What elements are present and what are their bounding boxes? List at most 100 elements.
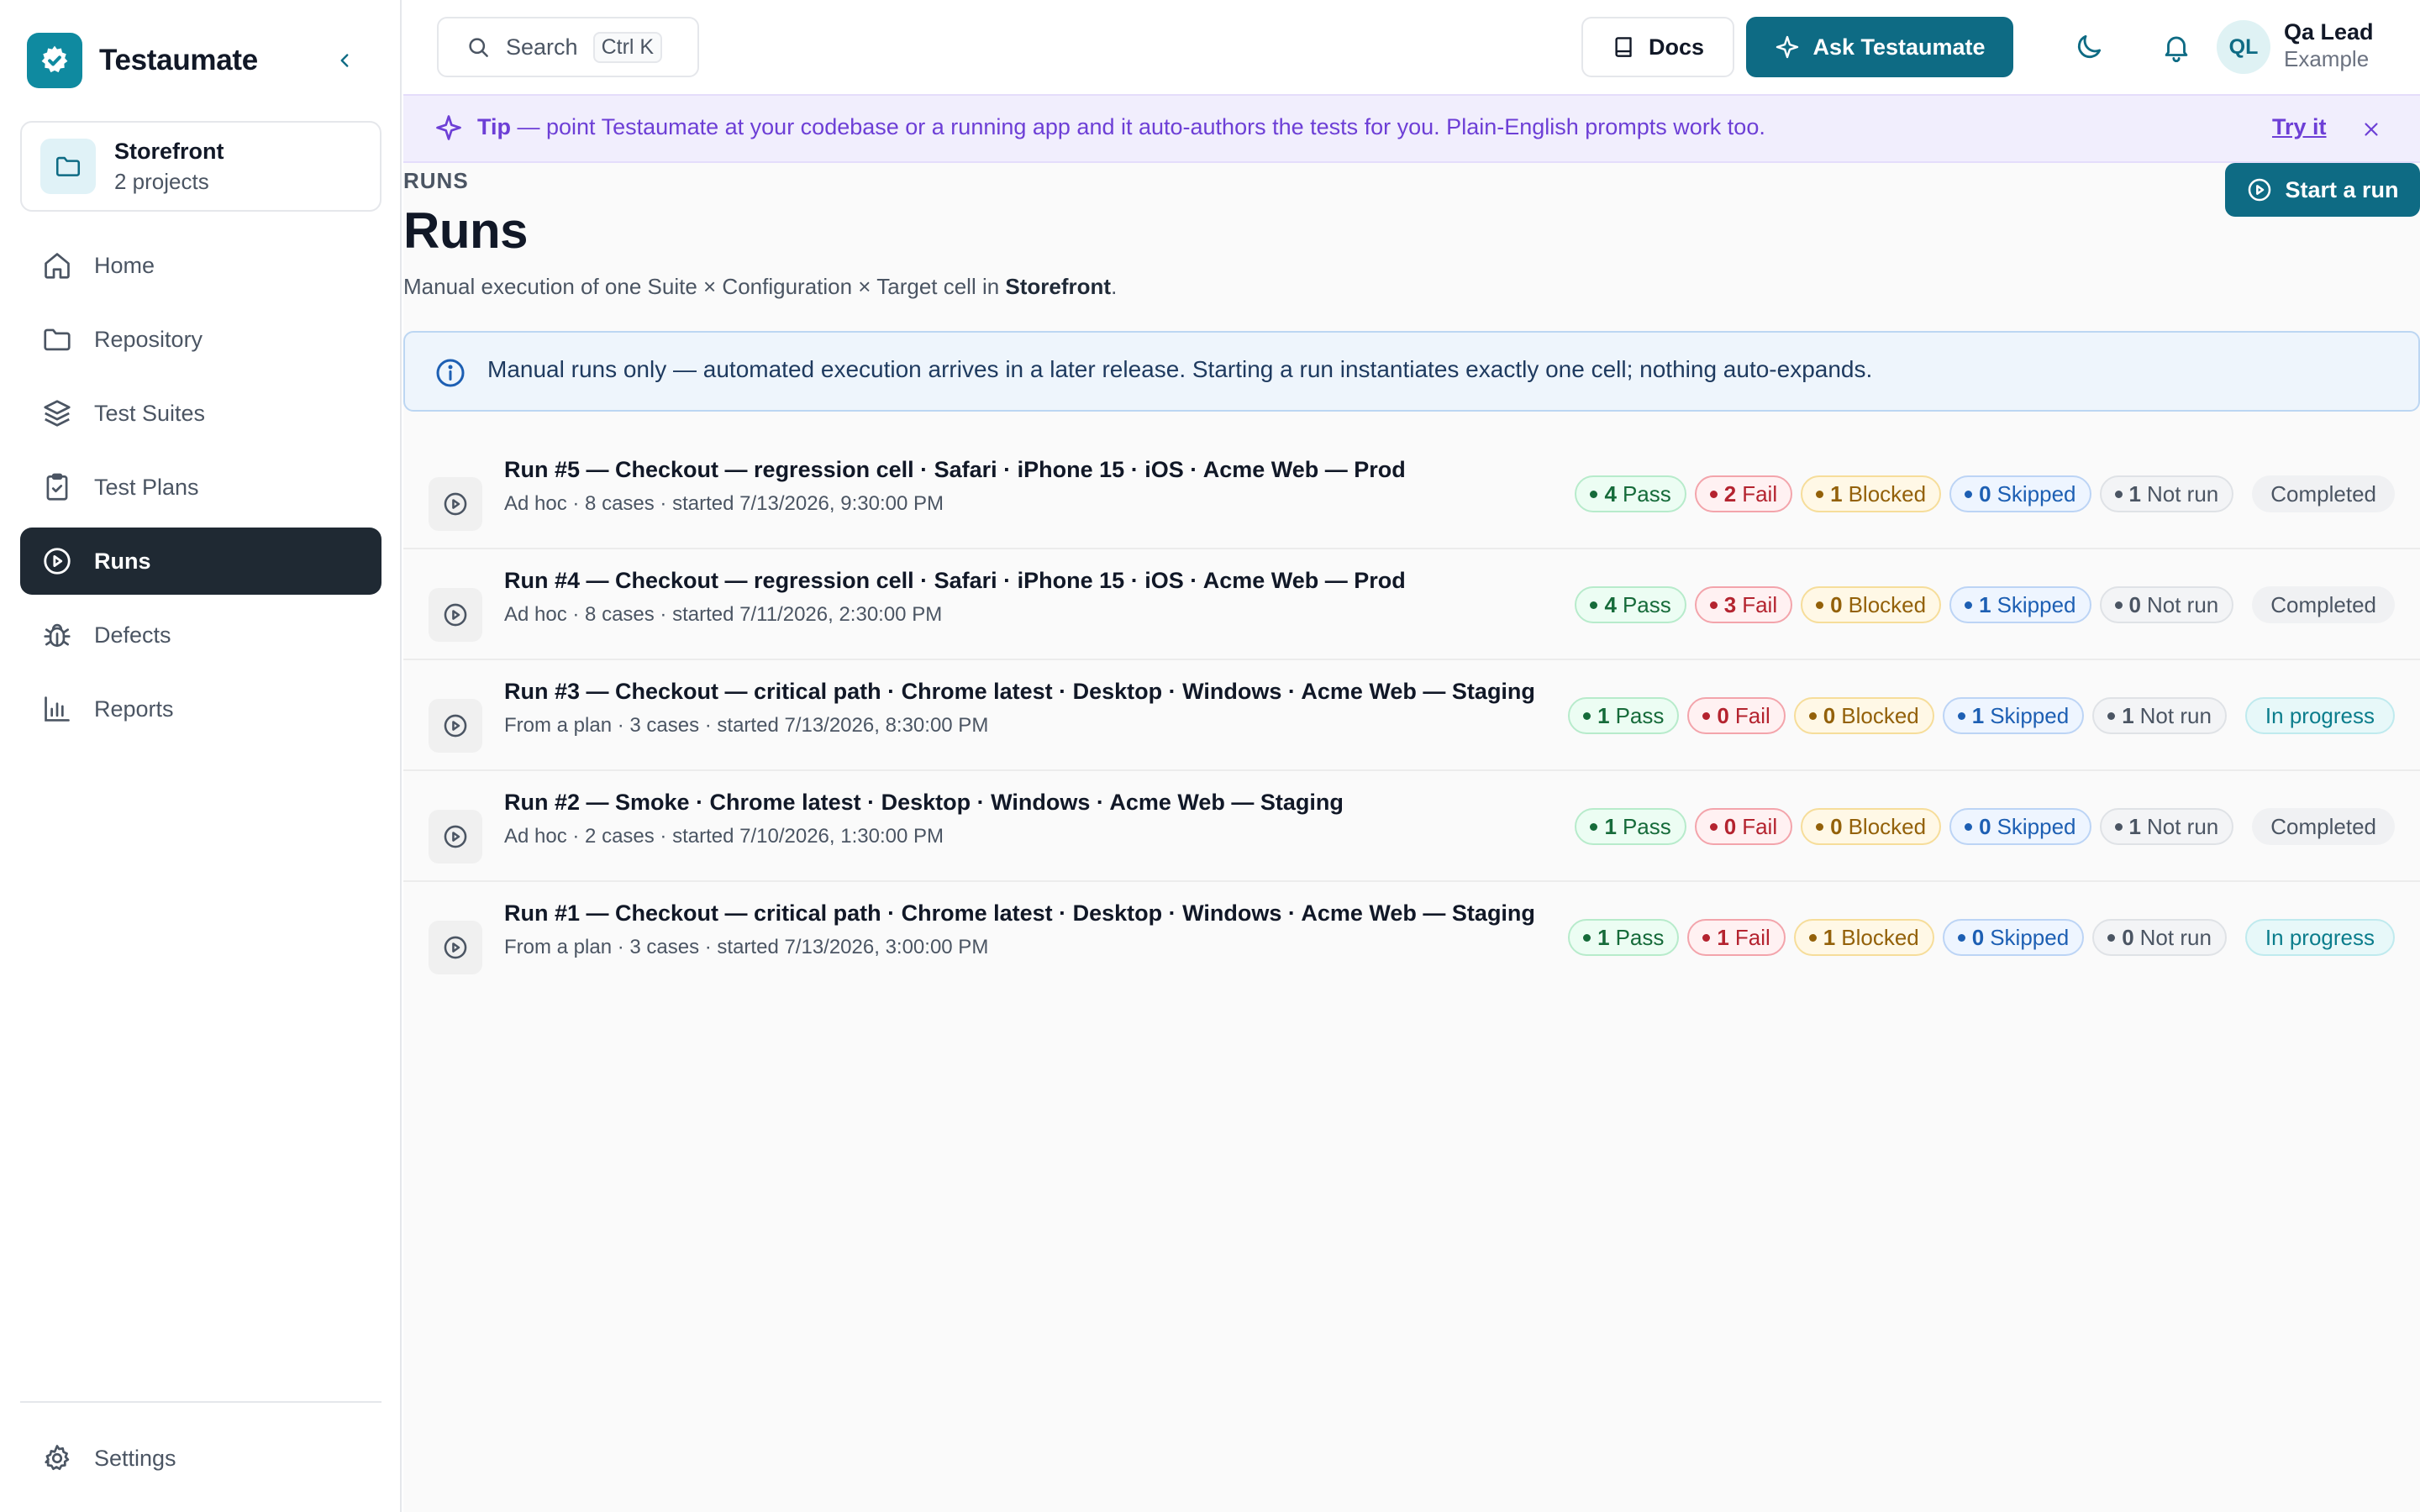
status-dot <box>1808 933 1817 942</box>
status-badge: Completed <box>2252 586 2395 623</box>
collapse-sidebar-button[interactable] <box>328 44 361 77</box>
start-run-button[interactable]: Start a run <box>2225 163 2420 217</box>
status-dot <box>1965 822 1973 831</box>
search-input[interactable]: Search Ctrl K <box>437 17 699 77</box>
badge-label: Skipped <box>1996 480 2076 507</box>
badge-count: 1 <box>1979 591 1991 617</box>
pass-badge: 1 Pass <box>1575 808 1686 845</box>
run-title[interactable]: Run #1 — Checkout — critical path · Chro… <box>504 900 1535 927</box>
run-title[interactable]: Run #5 — Checkout — regression cell · Sa… <box>504 457 1406 483</box>
sidebar-item-label: Repository <box>94 326 203 352</box>
run-row[interactable]: Run #5 — Checkout — regression cell · Sa… <box>403 438 2420 549</box>
folder-icon <box>39 321 76 358</box>
sidebar-item-defects[interactable]: Defects <box>20 601 381 669</box>
chevron-left-icon <box>340 54 349 67</box>
badge-count: 1 <box>2128 480 2141 507</box>
status-badge: In progress <box>2244 919 2395 956</box>
status-badge: Completed <box>2252 475 2395 512</box>
run-row[interactable]: Run #1 — Checkout — critical path · Chro… <box>403 882 2420 993</box>
workspace-project-count: 2 projects <box>114 169 209 194</box>
workspace-switcher[interactable]: Storefront 2 projects <box>20 121 381 212</box>
workspace-name: Storefront <box>114 139 224 164</box>
play-circle-icon <box>429 588 482 642</box>
ask-label: Ask Testaumate <box>1812 34 1986 60</box>
sidebar-item-test-plans[interactable]: Test Plans <box>20 454 381 521</box>
play-circle-icon <box>429 699 482 753</box>
not-run-badge: 1 Not run <box>2099 475 2234 512</box>
sidebar-item-label: Defects <box>94 622 171 648</box>
run-title[interactable]: Run #4 — Checkout — regression cell · Sa… <box>504 568 1406 594</box>
status-dot <box>2107 711 2116 720</box>
play-circle-icon <box>429 477 482 531</box>
status-dot <box>1808 711 1817 720</box>
sidebar-item-label: Runs <box>94 548 151 574</box>
sidebar-item-runs[interactable]: Runs <box>20 528 381 595</box>
gear-icon <box>39 1440 76 1477</box>
play-circle-icon <box>2249 178 2271 202</box>
fail-badge: 3 Fail <box>1694 586 1793 623</box>
not-run-badge: 0 Not run <box>2099 586 2234 623</box>
badge-count: 1 <box>1597 924 1610 950</box>
brand[interactable]: Testaumate <box>27 32 258 89</box>
skipped-badge: 0 Skipped <box>1949 475 2091 512</box>
user-org: Example <box>2284 46 2370 71</box>
search-shortcut: Ctrl K <box>592 31 663 63</box>
docs-label: Docs <box>1648 34 1705 60</box>
tip-try-link[interactable]: Try it <box>2272 114 2327 140</box>
sidebar-item-repository[interactable]: Repository <box>20 306 381 373</box>
badge-label: Pass <box>1622 591 1671 617</box>
badge-count: 1 <box>2128 813 2141 839</box>
status-dot <box>2114 822 2123 831</box>
skipped-badge: 1 Skipped <box>1942 697 2085 734</box>
tip-lead: Tip <box>477 114 511 139</box>
pass-badge: 4 Pass <box>1575 586 1686 623</box>
run-row[interactable]: Run #4 — Checkout — regression cell · Sa… <box>403 549 2420 660</box>
status-dot <box>1816 490 1824 498</box>
badge-count: 0 <box>2122 924 2134 950</box>
skipped-badge: 0 Skipped <box>1949 808 2091 845</box>
badge-count: 0 <box>1979 813 1991 839</box>
sidebar-item-home[interactable]: Home <box>20 232 381 299</box>
sidebar-item-test-suites[interactable]: Test Suites <box>20 380 381 447</box>
status-dot <box>1709 822 1718 831</box>
pass-badge: 1 Pass <box>1568 697 1680 734</box>
run-title[interactable]: Run #3 — Checkout — critical path · Chro… <box>504 679 1535 705</box>
sidebar-item-label: Settings <box>94 1445 176 1471</box>
folder-icon <box>40 139 96 194</box>
ask-assistant-button[interactable]: Ask Testaumate <box>1746 17 2013 77</box>
moon-icon <box>2077 34 2102 59</box>
avatar[interactable]: QL <box>2217 20 2270 74</box>
badge-label: Skipped <box>1996 591 2076 617</box>
badge-count: 0 <box>1830 813 1843 839</box>
run-row[interactable]: Run #3 — Checkout — critical path · Chro… <box>403 660 2420 771</box>
badge-label: Pass <box>1622 480 1671 507</box>
badge-count: 1 <box>1830 480 1843 507</box>
notifications-button[interactable] <box>2153 24 2200 71</box>
fail-badge: 0 Fail <box>1687 697 1786 734</box>
docs-button[interactable]: Docs <box>1581 17 1734 77</box>
status-dot <box>1816 822 1824 831</box>
tip-body: — point Testaumate at your codebase or a… <box>511 114 1765 139</box>
runs-list: Run #5 — Checkout — regression cell · Sa… <box>403 438 2420 993</box>
user-name: Qa Lead <box>2284 19 2374 45</box>
badge-label: Fail <box>1734 702 1770 728</box>
badge-label: Blocked <box>1848 591 1927 617</box>
sidebar-item-settings[interactable]: Settings <box>20 1425 381 1492</box>
badge-label: Not run <box>2147 813 2219 839</box>
result-badges: 1 Pass 0 Fail 0 Blocked 0 Skipped 1 Not run Comple… <box>1566 806 2395 847</box>
user-menu[interactable]: Qa Lead Example <box>2284 18 2374 72</box>
sidebar-item-label: Home <box>94 252 155 278</box>
run-title[interactable]: Run #2 — Smoke · Chrome latest · Desktop… <box>504 790 1344 816</box>
badge-label: Skipped <box>1990 924 2070 950</box>
tip-close-button[interactable] <box>2354 113 2388 146</box>
fail-badge: 2 Fail <box>1694 475 1793 512</box>
sidebar-item-label: Reports <box>94 696 174 722</box>
status-dot <box>1702 933 1711 942</box>
theme-toggle-button[interactable] <box>2065 24 2112 71</box>
status-dot <box>2114 490 2123 498</box>
status-dot <box>1702 711 1711 720</box>
run-row[interactable]: Run #2 — Smoke · Chrome latest · Desktop… <box>403 771 2420 882</box>
status-dot <box>1957 933 1965 942</box>
sidebar-item-reports[interactable]: Reports <box>20 675 381 743</box>
badge-label: Fail <box>1742 813 1778 839</box>
